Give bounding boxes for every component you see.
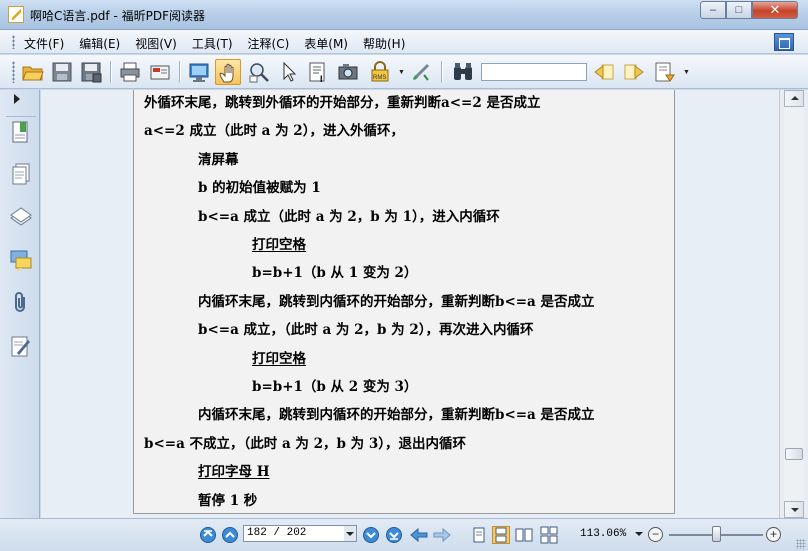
next-page-icon[interactable] [362,526,380,544]
facing-pages-icon[interactable] [515,526,533,544]
snapshot-icon[interactable] [335,59,361,85]
search-input[interactable] [481,63,587,81]
sign-icon[interactable] [408,59,434,85]
zoom-tool-icon[interactable] [246,59,272,85]
menu-items: 文件(F) 编辑(E) 视图(V) 工具(T) 注释(C) 表单(M) 帮助(H… [24,35,420,52]
rms-icon[interactable]: RMS [367,59,393,85]
menu-bar: 文件(F) 编辑(E) 视图(V) 工具(T) 注释(C) 表单(M) 帮助(H… [0,30,808,54]
page-number-field[interactable]: 182 / 202 [243,525,357,542]
zoom-dropdown-icon[interactable] [635,532,643,536]
print-icon[interactable] [117,59,143,85]
menu-tools[interactable]: 工具(T) [192,35,233,52]
continuous-page-icon[interactable] [492,526,510,544]
attachments-icon[interactable] [9,290,33,316]
comments-icon[interactable] [9,248,33,274]
layers-icon[interactable] [9,204,33,230]
first-page-icon[interactable] [199,526,217,544]
svg-text:I: I [320,74,323,83]
menu-comment[interactable]: 注释(C) [248,35,290,52]
status-bar: 182 / 202 113.06% − + [0,518,808,551]
find-icon[interactable] [450,59,476,85]
document-line: a<=2 成立（此时 a 为 2），进入外循环， [144,123,404,140]
document-line: b<=a 不成立，（此时 a 为 2，b 为 3），退出内循环 [144,435,466,452]
fullscreen-icon[interactable] [186,59,212,85]
resize-grip[interactable] [796,539,806,549]
maximize-button[interactable]: □ [726,1,752,19]
document-line: 内循环末尾，跳转到内循环的开始部分，重新判断b<=a 是否成立 [198,293,595,310]
scrollbar-thumb[interactable] [785,448,803,460]
pdf-page: 外循环末尾，跳转到外循环的开始部分，重新判断a<=2 是否成立 a<=2 成立（此… [133,90,675,514]
document-line: b 的初始值被赋为 1 [198,180,321,197]
save-icon[interactable] [49,59,75,85]
vertical-scrollbar[interactable] [779,90,808,518]
restore-document-button[interactable] [774,33,794,51]
document-line: b=b+1（b 从 2 变为 3） [252,379,418,395]
toolbar-separator [441,61,442,83]
foxit-app-icon [8,6,24,23]
title-bar: 啊哈C语言.pdf - 福昕PDF阅读器 – □ ✕ [0,0,808,30]
select-tool-icon[interactable] [276,59,302,85]
go-back-icon[interactable] [410,526,428,544]
expand-panel-arrow-icon[interactable] [14,94,20,104]
document-line: b<=a 成立，（此时 a 为 2，b 为 2），再次进入内循环 [198,322,534,339]
toolbar-separator [179,61,180,83]
save-as-icon[interactable] [78,59,104,85]
pages-icon[interactable] [9,162,33,188]
scroll-down-button[interactable] [784,501,804,518]
close-button[interactable]: ✕ [752,1,798,19]
page-dropdown-icon[interactable] [344,526,356,541]
email-icon[interactable] [147,59,173,85]
last-page-icon[interactable] [385,526,403,544]
document-line: 外循环末尾，跳转到外循环的开始部分，重新判断a<=2 是否成立 [144,95,541,111]
document-line: 打印空格 [252,237,306,253]
scroll-up-button[interactable] [784,90,804,107]
document-line: 暂停 1 秒 [198,492,258,509]
next-result-icon[interactable] [621,59,647,85]
go-forward-icon[interactable] [433,526,451,544]
menu-edit[interactable]: 编辑(E) [79,35,120,52]
zoom-slider-thumb[interactable] [712,526,721,542]
previous-result-icon[interactable] [591,59,617,85]
menu-help[interactable]: 帮助(H) [363,35,405,52]
document-line: b<=a 成立（此时 a 为 2，b 为 1），进入内循环 [198,208,500,225]
highlight-dropdown-icon[interactable]: ▼ [683,69,690,76]
toolbar-separator [110,61,111,83]
zoom-level[interactable]: 113.06% [580,528,626,540]
nav-divider [6,116,36,117]
menu-form[interactable]: 表单(M) [304,35,348,52]
text-select-icon[interactable]: I [305,59,331,85]
menubar-grip[interactable] [12,35,15,49]
document-line: 打印字母 H [198,464,270,481]
svg-text:RMS: RMS [373,75,386,81]
rms-dropdown-icon[interactable]: ▼ [398,69,405,76]
open-folder-icon[interactable] [20,59,46,85]
navigation-panel [0,90,40,518]
hand-tool-icon[interactable] [215,59,241,85]
document-line: 清屏幕 [198,151,239,168]
toolbar-grip[interactable] [12,61,15,83]
menu-file[interactable]: 文件(F) [24,35,64,52]
document-view[interactable]: 外循环末尾，跳转到外循环的开始部分，重新判断a<=2 是否成立 a<=2 成立（此… [41,90,779,518]
window-title: 啊哈C语言.pdf - 福昕PDF阅读器 [30,9,205,23]
continuous-facing-icon[interactable] [540,526,558,544]
single-page-icon[interactable] [470,526,488,544]
zoom-in-button[interactable]: + [766,527,781,542]
minimize-button[interactable]: – [700,1,726,19]
highlight-icon[interactable] [652,59,678,85]
document-line: 打印空格 [252,350,306,367]
menu-view[interactable]: 视图(V) [135,35,177,52]
previous-page-icon[interactable] [221,526,239,544]
bookmarks-icon[interactable] [9,120,33,146]
signature-icon[interactable] [9,334,33,360]
document-line: b=b+1（b 从 1 变为 2） [252,265,418,282]
zoom-out-button[interactable]: − [648,527,663,542]
toolbar: I RMS ▼ ▼ [0,55,808,89]
document-line: 内循环末尾，跳转到内循环的开始部分，重新判断b<=a 是否成立 [198,407,595,424]
